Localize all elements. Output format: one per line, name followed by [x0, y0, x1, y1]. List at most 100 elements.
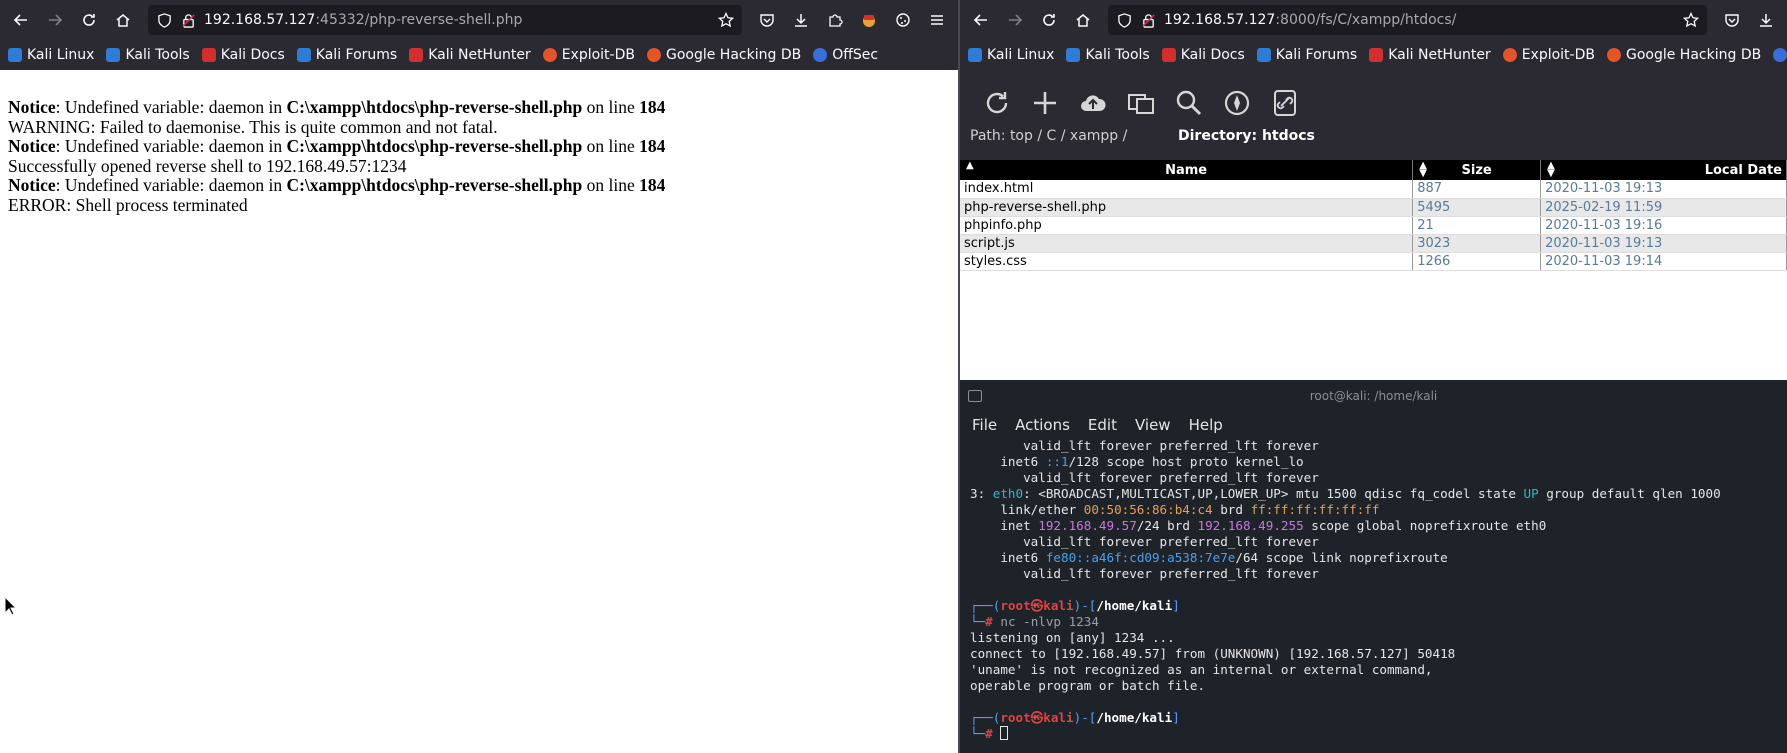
terminal-menubar: File Actions Edit View Help [960, 412, 1787, 438]
file-name[interactable]: phpinfo.php [960, 216, 1414, 235]
nav-row: 192.168.57.127:8000/fs/C/xampp/htdocs/ [960, 0, 1787, 40]
term-text: inet [970, 518, 1039, 533]
bookmark-kali-nethunter[interactable]: Kali NetHunter [409, 47, 531, 63]
home-button[interactable] [1068, 5, 1098, 35]
table-row[interactable]: styles.css 1266 2020-11-03 19:14 [960, 252, 1787, 271]
path-part-c[interactable]: C [1047, 128, 1057, 144]
menu-help[interactable]: Help [1189, 416, 1223, 434]
forward-button[interactable] [40, 5, 70, 35]
column-header-date[interactable]: ▲ ▼ Local Date [1540, 160, 1787, 180]
search-button[interactable] [1174, 88, 1204, 118]
bookmark-kali-forums[interactable]: Kali Forums [1256, 47, 1357, 63]
menu-view[interactable]: View [1135, 416, 1171, 434]
downloads-button[interactable] [1751, 5, 1781, 35]
shield-icon[interactable] [1116, 12, 1132, 28]
bookmark-kali-linux[interactable]: Kali Linux [968, 47, 1054, 63]
upload-button[interactable] [1078, 88, 1108, 118]
insecure-lock-icon[interactable] [1140, 12, 1156, 28]
path-part-top[interactable]: top [1010, 128, 1033, 144]
reload-button[interactable] [1034, 5, 1064, 35]
term-text: brd [1212, 502, 1251, 517]
menu-button[interactable] [922, 5, 952, 35]
bookmark-kali-docs[interactable]: Kali Docs [201, 47, 285, 63]
home-button[interactable] [108, 5, 138, 35]
bookmark-google-hacking-db[interactable]: Google Hacking DB [646, 47, 802, 63]
cookie-extension-button[interactable] [888, 5, 918, 35]
file-size: 21 [1412, 216, 1542, 235]
file-name[interactable]: script.js [960, 234, 1414, 253]
bookmark-offsec[interactable]: OffSec [813, 47, 878, 63]
prompt-dir: /home/kali [1096, 598, 1173, 613]
table-row[interactable]: phpinfo.php 21 2020-11-03 19:16 [960, 216, 1787, 235]
bookmark-label: Kali Docs [220, 47, 285, 63]
forward-button[interactable] [1000, 5, 1030, 35]
column-header-name[interactable]: ▲ Name [960, 160, 1414, 180]
extensions-button[interactable] [820, 5, 850, 35]
url-bar[interactable]: 192.168.57.127:8000/fs/C/xampp/htdocs/ [1108, 5, 1707, 35]
new-folder-button[interactable] [1030, 88, 1060, 118]
refresh-icon [986, 92, 1008, 114]
bookmark-kali-docs[interactable]: Kali Docs [1161, 47, 1245, 63]
refresh-button[interactable] [982, 88, 1012, 118]
url-bar[interactable]: 192.168.57.127:45332/php-reverse-shell.p… [148, 5, 742, 35]
url-host: 192.168.57.127 [204, 12, 316, 28]
table-row[interactable]: index.html 887 2020-11-03 19:13 [960, 180, 1787, 199]
column-header-size[interactable]: ▲ ▼ Size [1412, 160, 1542, 180]
path-part-xampp[interactable]: xampp [1070, 128, 1118, 144]
url-text[interactable]: 192.168.57.127:45332/php-reverse-shell.p… [204, 12, 710, 28]
pocket-button[interactable] [1717, 5, 1747, 35]
bookmark-exploit-db[interactable]: Exploit-DB [1502, 47, 1595, 63]
table-row[interactable]: script.js 3023 2020-11-03 19:13 [960, 234, 1787, 253]
menu-edit[interactable]: Edit [1088, 416, 1117, 434]
terminal-window[interactable]: root@kali: /home/kali File Actions Edit … [960, 380, 1787, 753]
term-mac: ff:ff:ff:ff:ff:ff [1250, 502, 1380, 517]
file-name[interactable]: styles.css [960, 252, 1414, 271]
bookmark-kali-forums[interactable]: Kali Forums [296, 47, 397, 63]
column-label: Size [1461, 162, 1492, 178]
file-size: 5495 [1412, 198, 1542, 217]
bookmark-offsec[interactable]: Of [1773, 47, 1787, 63]
pocket-button[interactable] [752, 5, 782, 35]
info-button[interactable] [1222, 88, 1252, 118]
bookmark-kali-nethunter[interactable]: Kali NetHunter [1369, 47, 1491, 63]
term-state: UP [1523, 486, 1539, 501]
shield-icon[interactable] [156, 12, 172, 28]
bookmark-kali-tools[interactable]: Kali Tools [106, 47, 190, 63]
copy-button[interactable] [1126, 88, 1156, 118]
bookmark-kali-tools[interactable]: Kali Tools [1066, 47, 1150, 63]
back-button[interactable] [966, 5, 996, 35]
term-ipv4: 192.168.49.255 [1197, 518, 1304, 533]
bookmark-label: Kali Linux [987, 47, 1055, 63]
prompt-hash: # [985, 614, 993, 629]
bookmark-star-icon[interactable] [718, 12, 734, 28]
kali-nethunter-icon [1369, 48, 1384, 62]
menu-file[interactable]: File [972, 416, 997, 434]
bookmark-exploit-db[interactable]: Exploit-DB [542, 47, 635, 63]
table-row[interactable]: php-reverse-shell.php 5495 2025-02-19 11:5… [960, 198, 1787, 217]
file-size: 887 [1412, 180, 1542, 199]
bookmark-star-icon[interactable] [1683, 12, 1699, 28]
file-name[interactable]: index.html [960, 180, 1414, 199]
insecure-lock-icon[interactable] [180, 12, 196, 28]
link-button[interactable] [1270, 88, 1300, 118]
bookmark-google-hacking-db[interactable]: Google Hacking DB [1606, 47, 1761, 63]
directory-label: Directory: [1178, 128, 1258, 144]
extension-red-button[interactable] [854, 5, 884, 35]
bookmark-label: Google Hacking DB [665, 47, 802, 63]
notice-text: on line [582, 175, 640, 195]
command-line[interactable]: └─# [970, 726, 1777, 742]
term-text: : <BROADCAST,MULTICAST,UP,LOWER_UP> mtu … [1023, 486, 1524, 501]
url-text[interactable]: 192.168.57.127:8000/fs/C/xampp/htdocs/ [1164, 12, 1675, 28]
menu-actions[interactable]: Actions [1015, 416, 1070, 434]
bookmark-kali-linux[interactable]: Kali Linux [8, 47, 94, 63]
terminal-output[interactable]: valid_lft forever preferred_lft forever … [960, 438, 1787, 742]
offsec-icon [1773, 48, 1787, 62]
downloads-button[interactable] [786, 5, 816, 35]
file-name[interactable]: php-reverse-shell.php [960, 198, 1414, 217]
reload-button[interactable] [74, 5, 104, 35]
back-button[interactable] [6, 5, 36, 35]
kali-nethunter-icon [409, 48, 424, 62]
prompt-decor: )-[ [1073, 598, 1097, 613]
